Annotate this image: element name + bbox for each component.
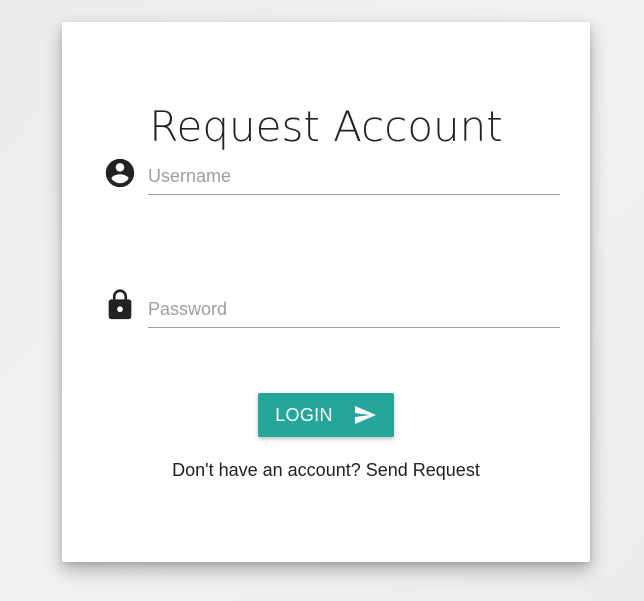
footer-text: Don't have an account? <box>172 460 366 480</box>
send-request-link[interactable]: Send Request <box>366 460 480 480</box>
login-button[interactable]: LOGIN <box>258 393 394 437</box>
account-circle-icon <box>103 156 137 190</box>
request-account-prompt: Don't have an account? Send Request <box>62 460 590 481</box>
username-input[interactable] <box>148 158 560 195</box>
page-title: Request Account <box>149 102 503 151</box>
login-button-label: LOGIN <box>275 404 333 425</box>
send-icon <box>353 403 377 427</box>
lock-icon <box>103 288 137 322</box>
password-input[interactable] <box>148 291 560 328</box>
request-account-card: Request Account LOGIN Don't have an acco… <box>62 22 590 562</box>
